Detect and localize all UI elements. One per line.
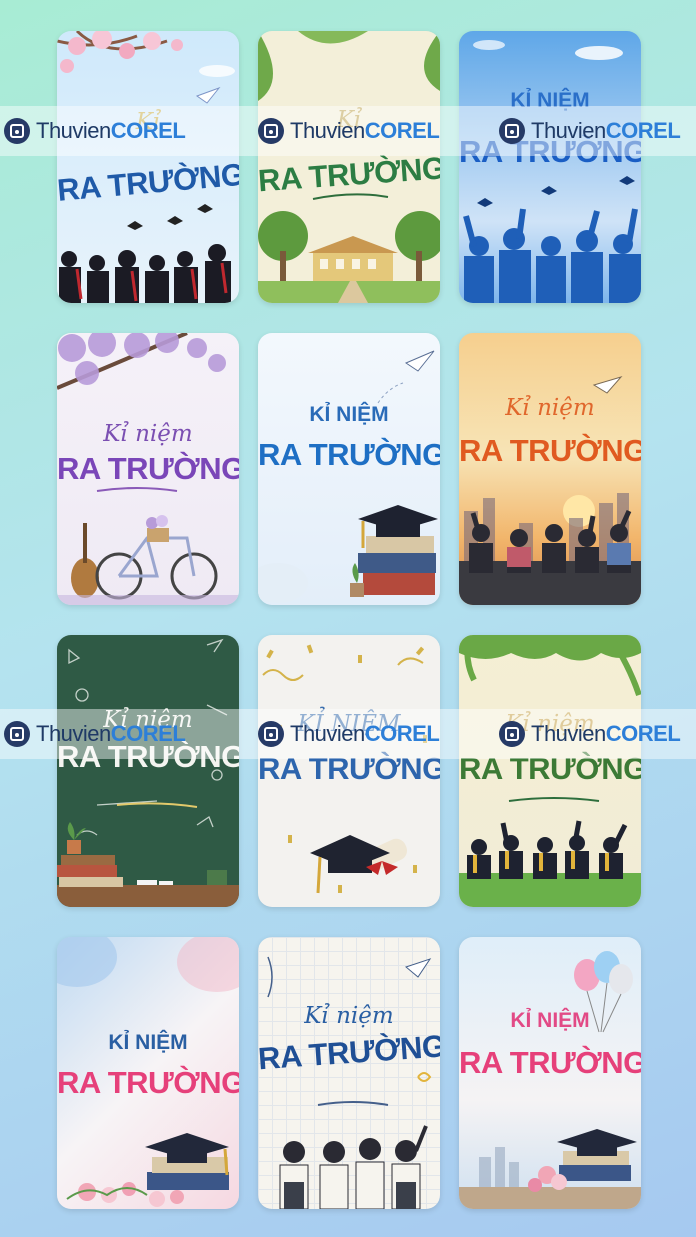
template-card-2[interactable]: Kỉ RA TRƯỜNG — [258, 31, 440, 303]
card-title-line2: RA TRƯỜNG — [459, 433, 641, 468]
watermark-brand-part2: COREL — [110, 118, 186, 143]
watermark: Thuvien COREL — [499, 721, 681, 747]
card-title-line2: RA TRƯỜNG — [258, 437, 440, 472]
template-card-5[interactable]: KỈ NIỆM RA TRƯỜNG — [258, 333, 440, 605]
card-title-line1: KỈ NIỆM — [309, 403, 389, 426]
template-card-7[interactable]: Kỉ niệm RA TRƯỜNG — [57, 635, 239, 907]
card-title-line1: Kỉ niệm — [304, 1003, 394, 1029]
template-card-8[interactable]: KỈ NIỆM RA TRƯỜNG — [258, 635, 440, 907]
logo-icon — [499, 118, 525, 144]
logo-icon — [4, 721, 30, 747]
watermark-brand-part2: COREL — [364, 118, 440, 143]
template-card-10[interactable]: KỈ NIỆM RA TRƯỜNG — [57, 937, 239, 1209]
card-title-line1: Kỉ niệm — [505, 395, 595, 421]
watermark-brand-part1: Thuvien — [290, 721, 365, 746]
watermark: Thuvien COREL — [4, 118, 186, 144]
card-title-line2: RA TRƯỜNG — [57, 1065, 239, 1100]
template-card-9[interactable]: Kỉ niệm RA TRƯỜNG — [459, 635, 641, 907]
watermark-brand-part2: COREL — [110, 721, 186, 746]
template-card-1[interactable]: Kỉ RA TRƯỜNG — [57, 31, 239, 303]
watermark-brand-part1: Thuvien — [531, 721, 606, 746]
card-title-line1: Kỉ niệm — [103, 421, 193, 447]
watermark-brand-part2: COREL — [605, 721, 681, 746]
template-card-12[interactable]: KỈ NIỆM RA TRƯỜNG — [459, 937, 641, 1209]
template-card-3[interactable]: KỈ NIỆM RA TRƯỜNG — [459, 31, 641, 303]
watermark: Thuvien COREL — [258, 721, 440, 747]
card-title-line1: KỈ NIỆM — [510, 1009, 590, 1032]
template-card-11[interactable]: Kỉ niệm RA TRƯỜNG — [258, 937, 440, 1209]
template-card-6[interactable]: Kỉ niệm RA TRƯỜNG — [459, 333, 641, 605]
watermark-brand-part2: COREL — [364, 721, 440, 746]
watermark-brand-part2: COREL — [605, 118, 681, 143]
watermark-band-top: Thuvien COREL Thuvien COREL Thuvien COREL — [0, 106, 696, 156]
watermark-brand-part1: Thuvien — [36, 721, 111, 746]
card-title-line1: KỈ NIỆM — [108, 1031, 188, 1054]
card-title-line2: RA TRƯỜNG — [57, 451, 239, 486]
template-card-4[interactable]: Kỉ niệm RA TRƯỜNG — [57, 333, 239, 605]
logo-icon — [258, 118, 284, 144]
sunset-city-graduates-illustration — [459, 376, 641, 605]
watermark: Thuvien COREL — [258, 118, 440, 144]
watermark-brand-part1: Thuvien — [531, 118, 606, 143]
watermark: Thuvien COREL — [4, 721, 186, 747]
card-title-line2: RA TRƯỜNG — [459, 1045, 641, 1080]
logo-icon — [4, 118, 30, 144]
watermark-brand-part1: Thuvien — [290, 118, 365, 143]
watermark: Thuvien COREL — [499, 118, 681, 144]
watermark-brand-part1: Thuvien — [36, 118, 111, 143]
watermark-band-middle: Thuvien COREL Thuvien COREL Thuvien COREL — [0, 709, 696, 759]
logo-icon — [499, 721, 525, 747]
logo-icon — [258, 721, 284, 747]
